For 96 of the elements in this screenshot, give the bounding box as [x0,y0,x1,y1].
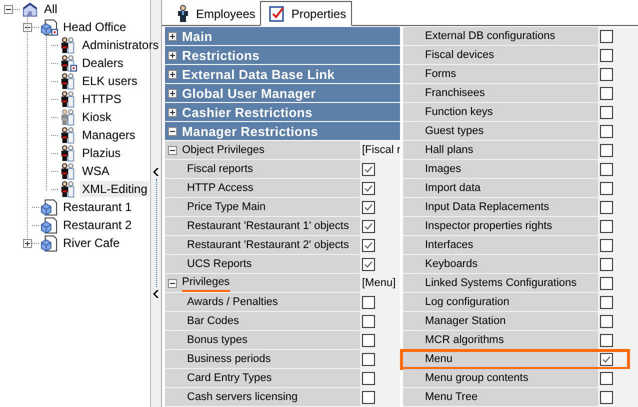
property-label: Manager Station [425,315,506,327]
checkbox[interactable] [600,68,613,80]
expand-icon[interactable] [168,32,177,40]
property-label: Forms [425,68,456,80]
property-label: Price Type Main [187,201,266,213]
property-label: Input Data Replacements [425,201,550,213]
property-label: Log configuration [425,296,510,308]
property-label: Menu group contents [425,372,528,384]
property-label: Keyboards [425,258,478,270]
collapse-icon[interactable] [168,146,177,154]
collapse-icon[interactable] [23,22,32,32]
checkbox[interactable] [600,314,613,328]
checkbox[interactable] [600,86,613,100]
property-label: MCR algorithms [425,334,504,346]
tab[interactable]: Employees [168,3,260,25]
property-label: HTTP Access [187,182,254,194]
expand-icon[interactable] [168,70,177,78]
property-label: Bar Codes [187,315,239,327]
property-label: Business periods [187,353,271,365]
checkbox[interactable] [600,390,613,404]
tree-item[interactable]: Dealers [80,55,126,71]
expand-icon[interactable] [23,238,32,248]
tree-item[interactable]: Managers [80,127,138,143]
property-label: Franchisees [425,87,485,99]
section-header[interactable]: Main [182,28,212,44]
expand-icon[interactable] [168,88,177,98]
checkbox[interactable] [362,314,375,328]
expand-icon[interactable] [168,108,177,116]
checkbox[interactable] [600,238,613,252]
checkbox[interactable] [362,352,375,366]
property-label: Menu [425,353,453,365]
group-value: [Fiscal r [362,144,400,156]
property-label: Awards / Penalties [187,296,278,308]
property-label: Linked Systems Configurations [425,277,577,289]
group-value: [Menu] [362,277,396,289]
tree-item[interactable]: All [42,1,60,17]
checkbox[interactable] [362,334,375,346]
tree-item[interactable]: WSA [80,163,112,179]
checkbox[interactable] [600,334,613,346]
property-label: Interfaces [425,239,474,251]
checkbox[interactable] [362,390,375,404]
collapse-icon[interactable] [168,126,177,136]
checkbox[interactable] [600,200,613,214]
tree-item[interactable]: Restaurant 1 [61,199,134,215]
checkbox[interactable] [600,162,613,176]
property-label: Import data [425,182,481,194]
property-label: Fiscal devices [425,49,494,61]
checkbox[interactable] [600,276,613,290]
property-label: UCS Reports [187,258,252,270]
property-label: Card Entry Types [187,372,272,384]
property-label: Images [425,163,462,175]
tree-item[interactable]: River Cafe [61,235,122,251]
checkbox[interactable] [362,296,375,308]
tree-item[interactable]: ELK users [80,73,140,89]
property-label: Function keys [425,106,493,118]
checkbox[interactable] [600,30,613,42]
checkbox[interactable] [600,144,613,156]
checkbox[interactable] [362,258,375,270]
checkbox[interactable] [362,372,375,384]
person-icon [176,5,190,23]
tab[interactable]: Properties [260,1,352,26]
collapse-icon[interactable] [4,4,13,14]
tree-item[interactable]: Administrators [80,37,161,53]
checkbox[interactable] [600,106,613,118]
property-label: Inspector properties rights [425,220,552,232]
checkbox[interactable] [600,352,613,366]
property-label: Bonus types [187,334,248,346]
tree-item[interactable]: Restaurant 2 [61,217,134,233]
group-label: Object Privileges [182,144,265,156]
checkbox[interactable] [600,296,613,308]
property-label: External DB configurations [425,30,556,42]
tree-item[interactable]: XML-Editing [80,181,150,197]
checkbox[interactable] [600,372,613,384]
expand-icon[interactable] [168,50,177,60]
checkbox[interactable] [600,258,613,270]
checkbox[interactable] [362,238,375,252]
property-label: Restaurant 'Restaurant 1' objects [187,220,349,232]
checkbox[interactable] [362,220,375,232]
collapse-icon[interactable] [168,278,177,288]
checkbox[interactable] [600,182,613,194]
checkbox[interactable] [362,182,375,194]
checkbox[interactable] [600,220,613,232]
checklist-icon [269,6,286,22]
property-label: Restaurant 'Restaurant 2' objects [187,239,349,251]
checkbox[interactable] [600,48,613,62]
property-label: Cash servers licensing [187,391,298,403]
checkbox[interactable] [362,162,375,176]
tree-item[interactable]: Plazius [80,145,123,161]
tree-item[interactable]: Head Office [61,19,128,35]
property-label: Fiscal reports [187,163,254,175]
property-label: Hall plans [425,144,474,156]
property-label: Menu Tree [425,391,478,403]
tree-item[interactable]: HTTPS [80,91,124,107]
checkbox[interactable] [600,124,613,138]
property-label: Guest types [425,125,484,137]
checkbox[interactable] [362,200,375,214]
